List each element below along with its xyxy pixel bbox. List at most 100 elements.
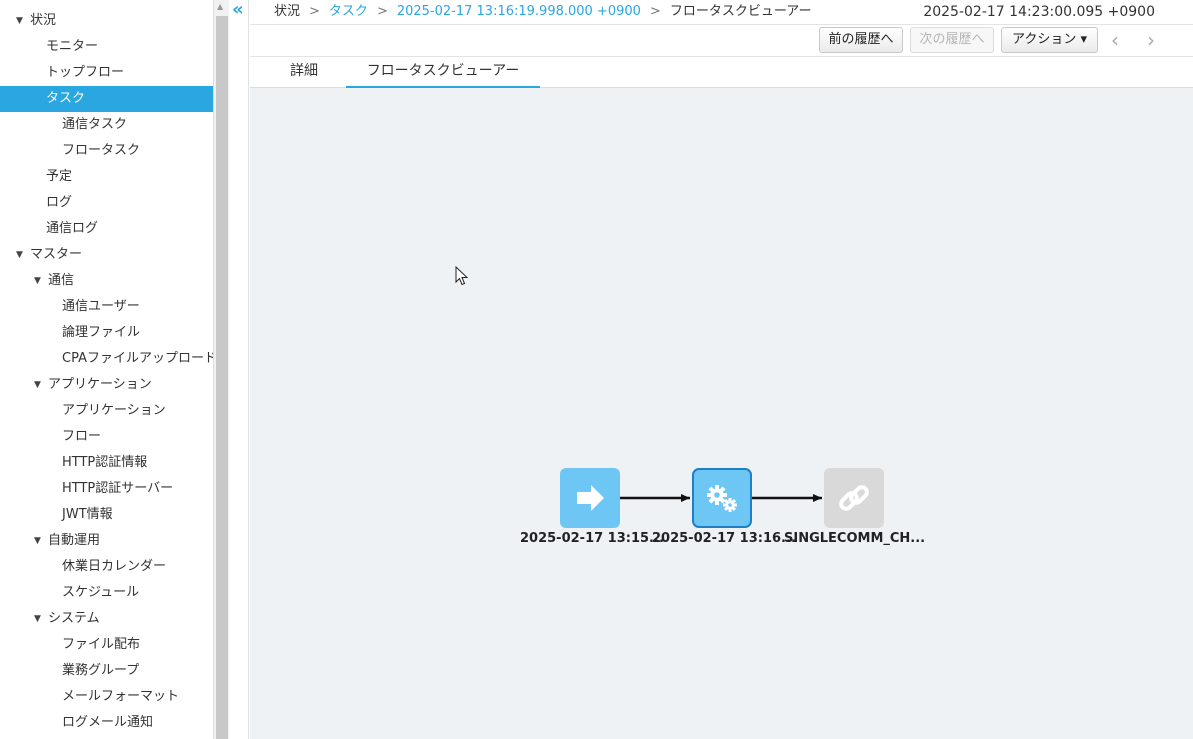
chevron-down-icon: ▾	[1080, 32, 1088, 47]
sidebar-item-label: 通信タスク	[62, 117, 128, 132]
sidebar-item[interactable]: トップフロー	[0, 60, 213, 86]
sidebar-item[interactable]: JWT情報	[0, 502, 213, 528]
caret-down-icon[interactable]: ▼	[34, 268, 41, 294]
flow-node-label: 2025-02-17 13:16...	[652, 531, 796, 546]
sidebar-item[interactable]: タスク	[0, 86, 213, 112]
arrow-right-icon	[560, 468, 620, 528]
sidebar-scrollbar[interactable]: ▲	[213, 0, 229, 739]
sidebar-item-label: アプリケーション	[62, 403, 166, 418]
sidebar-item-label: ファイル配布	[62, 637, 141, 652]
breadcrumb-separator: >	[649, 4, 661, 19]
breadcrumb-separator: >	[309, 4, 320, 19]
breadcrumb: 状況 > タスク >2025-02-17 13:16:19.998.000 +0900…	[274, 0, 812, 24]
sidebar-item-label: HTTP認証サーバー	[62, 481, 174, 496]
sidebar-item[interactable]: フロー	[0, 424, 213, 450]
sidebar-item-label: アプリケーション	[48, 377, 152, 392]
breadcrumb-item-task-id[interactable]: 2025-02-17 13:16:19.998.000 +0900	[397, 4, 641, 19]
breadcrumb-item-status: 状況	[274, 4, 301, 19]
sidebar-item-label: マスター	[30, 247, 83, 262]
flow-canvas[interactable]: 2025-02-17 13:15... 2025-02-17 13:16... …	[250, 88, 1193, 739]
sidebar-item-label: HTTP認証情報	[62, 455, 148, 470]
sidebar-item-label: メールフォーマット	[62, 689, 180, 704]
sidebar-item[interactable]: ▼ マスター	[0, 242, 213, 268]
scroll-up-icon[interactable]: ▲	[217, 2, 223, 11]
tab-flow-task-viewer[interactable]: フロータスクビューアー	[346, 57, 540, 88]
tab-bar: 詳細 フロータスクビューアー	[250, 57, 1193, 88]
main-panel: 状況 > タスク >2025-02-17 13:16:19.998.000 +0900…	[250, 0, 1193, 739]
sidebar-item-label: 業務グループ	[62, 663, 140, 678]
caret-down-icon[interactable]: ▼	[34, 606, 41, 632]
sidebar-item-label: ログ	[46, 195, 73, 210]
sidebar-item-label: ログメール通知	[62, 715, 154, 730]
collapse-sidebar-icon[interactable]: «	[232, 0, 248, 20]
current-timestamp: 2025-02-17 14:23:00.095 +0900	[923, 4, 1155, 20]
sidebar-item[interactable]: HTTP認証サーバー	[0, 476, 213, 502]
breadcrumb-item-task[interactable]: タスク	[329, 4, 368, 19]
sidebar-item[interactable]: CPAファイルアップロード	[0, 346, 213, 372]
sidebar-item[interactable]: モニター	[0, 34, 213, 60]
sidebar-item-label: 状況	[30, 13, 57, 28]
sidebar-item[interactable]: ▼ 状況	[0, 8, 213, 34]
sidebar-item[interactable]: ▼ アプリケーション	[0, 372, 213, 398]
sidebar-item-label: 自動運用	[48, 533, 101, 548]
sidebar-item-label: フロー	[62, 429, 102, 444]
sidebar-item[interactable]: ファイル配布	[0, 632, 213, 658]
sidebar-item-label: スケジュール	[62, 585, 140, 600]
sidebar-item[interactable]: アプリケーション	[0, 398, 213, 424]
flow-node-selected[interactable]	[692, 468, 752, 528]
prev-history-button[interactable]: 前の履歴へ	[819, 27, 903, 53]
action-label: アクション	[1011, 32, 1077, 47]
flow-node[interactable]	[824, 468, 884, 528]
caret-down-icon[interactable]: ▼	[34, 528, 41, 554]
tab-details[interactable]: 詳細	[271, 57, 337, 88]
sidebar-item[interactable]: 論理ファイル	[0, 320, 213, 346]
sidebar-item-label: CPAファイルアップロード	[62, 351, 213, 366]
sidebar-item-label: 通信ユーザー	[62, 299, 140, 314]
sidebar-collapse-strip: «	[230, 0, 249, 739]
sidebar-item[interactable]: ログ	[0, 190, 213, 216]
sidebar-item-label: 予定	[46, 169, 73, 184]
link-icon	[824, 468, 884, 528]
chevron-left-icon[interactable]: ‹	[1105, 29, 1125, 51]
sidebar-item[interactable]: HTTP認証情報	[0, 450, 213, 476]
flow-node-label: 2025-02-17 13:15...	[520, 531, 664, 546]
sidebar-item-label: 休業日カレンダー	[62, 559, 167, 574]
flow-node-label: SINGLECOMM_CH...	[784, 531, 926, 546]
breadcrumb-item-current: フロータスクビューアー	[669, 4, 812, 19]
flow-node[interactable]	[560, 468, 620, 528]
sidebar-item-label: 通信ログ	[46, 221, 99, 236]
scrollbar-thumb[interactable]	[216, 16, 228, 739]
sidebar-item-label: JWT情報	[62, 507, 113, 522]
sidebar-item[interactable]: ▼ 自動運用	[0, 528, 213, 554]
sidebar-item[interactable]: 業務グループ	[0, 658, 213, 684]
sidebar-tree: ▼ 状況モニタートップフロー タスク通信タスクフロータスク予定ログ通信ログ ▼ マスター…	[0, 0, 213, 739]
flow-edges	[620, 494, 822, 502]
sidebar-item[interactable]: 通信タスク	[0, 112, 213, 138]
chevron-right-icon[interactable]: ›	[1141, 29, 1161, 51]
toolbar: 前の履歴へ 次の履歴へ アクション ▾ ‹ ›	[250, 25, 1193, 56]
caret-down-icon[interactable]: ▼	[16, 242, 23, 268]
sidebar-item-label: システム	[48, 611, 100, 626]
mouse-cursor-icon	[455, 266, 469, 286]
sidebar-item-label: 論理ファイル	[62, 325, 141, 340]
sidebar-item[interactable]: フロータスク	[0, 138, 213, 164]
sidebar-item[interactable]: ▼ システム	[0, 606, 213, 632]
sidebar-item-label: 通信	[48, 273, 75, 288]
sidebar-item-label: フロータスク	[62, 143, 141, 158]
sidebar-item-label: タスク	[46, 91, 86, 106]
sidebar-item-label: モニター	[46, 39, 99, 54]
sidebar-item[interactable]: 予定	[0, 164, 213, 190]
caret-down-icon[interactable]: ▼	[34, 372, 41, 398]
sidebar-item-label: トップフロー	[46, 65, 125, 80]
sidebar-item[interactable]: ログメール通知	[0, 710, 213, 736]
sidebar-item[interactable]: 通信ログ	[0, 216, 213, 242]
sidebar-item[interactable]: スケジュール	[0, 580, 213, 606]
next-history-button[interactable]: 次の履歴へ	[910, 27, 994, 53]
sidebar-item[interactable]: メールフォーマット	[0, 684, 213, 710]
sidebar-item[interactable]: 通信ユーザー	[0, 294, 213, 320]
sidebar-item[interactable]: ▼ 通信	[0, 268, 213, 294]
caret-down-icon[interactable]: ▼	[16, 8, 23, 34]
action-dropdown-button[interactable]: アクション ▾	[1001, 27, 1098, 53]
breadcrumb-separator: >	[376, 4, 388, 19]
sidebar-item[interactable]: 休業日カレンダー	[0, 554, 213, 580]
